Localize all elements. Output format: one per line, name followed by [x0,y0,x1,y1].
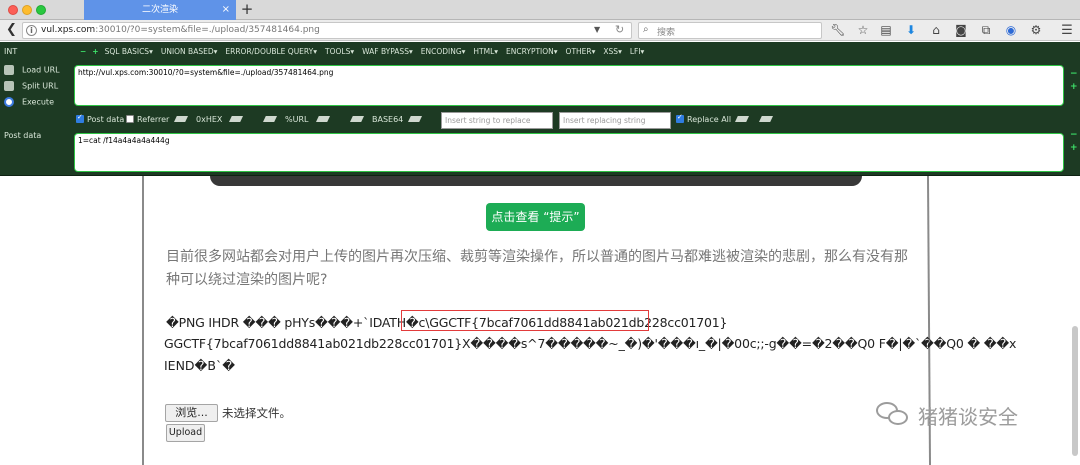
reload-icon[interactable]: ↻ [615,23,624,36]
tab-title: 二次渲染 [141,5,178,15]
load-url-icon [4,65,14,75]
title-bar: 二次渲染 × + [0,0,1080,20]
tab-close-icon[interactable]: × [222,0,230,20]
tab-active[interactable]: 二次渲染 × [84,0,236,20]
replacing-string-input[interactable]: Insert replacing string [559,112,671,129]
post-data-label: Post data [87,115,125,124]
hb-menu-waf-bypass[interactable]: WAF BYPASS▾ [362,47,413,56]
chevron-down-icon[interactable]: ▼ [594,25,600,34]
search-input[interactable]: 搜索 [657,25,675,38]
extension-icon[interactable]: ◉ [1001,21,1021,40]
execute-button[interactable]: Execute [4,97,54,107]
hex-encode-arrow-icon[interactable] [229,116,243,122]
page-scrollbar[interactable] [1072,326,1078,456]
post-data-checkbox[interactable] [76,113,84,123]
hb-menu-xss[interactable]: XSS▾ [603,47,621,56]
pocket-icon[interactable]: ◙ [951,21,971,40]
split-url-button[interactable]: Split URL [4,81,58,91]
hex-label: 0xHEX [196,115,223,124]
replace-arrow-alt-icon[interactable] [759,116,773,122]
post-box-plus-icon[interactable]: + [1070,143,1078,153]
hb-menu-sql-basics[interactable]: SQL BASICS▾ [105,47,153,56]
nav-bar: ❮ i vul.xps.com:30010/?0=system&file=./u… [0,20,1080,41]
post-data-section-label: Post data [4,131,42,140]
hackbar-int-label: INT [4,47,18,56]
hb-menu-error-double-query[interactable]: ERROR/DOUBLE QUERY▾ [225,47,317,56]
load-url-button[interactable]: Load URL [4,65,60,75]
bookmark-star-icon[interactable]: ☆ [853,21,873,40]
png-raw-output-line-3: IEND�B`� [164,358,236,373]
reader-icon[interactable]: ▤ [876,21,896,40]
back-arrow-icon[interactable]: ❮ [6,22,20,38]
replace-string-input[interactable]: Insert string to replace [441,112,553,129]
hb-menu-encryption[interactable]: ENCRYPTION▾ [506,47,558,56]
minus-icon[interactable]: − [80,47,86,56]
url-host: vul.xps.com [41,25,96,35]
browse-file-button[interactable]: 浏览... [165,404,218,422]
home-icon[interactable]: ⌂ [926,21,946,40]
hb-menu-tools[interactable]: TOOLS▾ [325,47,354,56]
no-file-selected-text: 未选择文件。 [222,406,291,420]
watermark: 猪猪谈安全 [876,400,1018,430]
post-data-input[interactable]: 1=cat /f14a4a4a4a444g [74,133,1064,172]
url-text[interactable]: vul.xps.com:30010/?0=system&file=./uploa… [41,25,320,35]
hackbar-options-row: Post data Referrer 0xHEX %URL BASE64 Ins… [76,112,1076,129]
flag-highlight-box [401,310,649,331]
url-encode-arrow-icon[interactable] [316,116,330,122]
minimize-window-button[interactable] [22,5,32,15]
hackbar-menu: − + SQL BASICS▾ UNION BASED▾ ERROR/DOUBL… [80,47,644,56]
wechat-logo-icon [876,402,910,428]
url-box-plus-icon[interactable]: + [1070,82,1078,92]
replace-all-checkbox[interactable] [676,113,684,123]
replace-arrow-icon[interactable] [735,116,749,122]
search-bar[interactable]: ⌕ 搜索 [638,22,822,39]
referrer-label: Referrer [137,115,170,124]
new-tab-button[interactable]: + [240,0,254,20]
split-url-icon [4,81,14,91]
hb-menu-union-based[interactable]: UNION BASED▾ [161,47,218,56]
show-hint-button[interactable]: 点击查看 “提示” [486,203,585,231]
replace-all-label: Replace All [687,115,732,124]
post-box-minus-icon[interactable]: − [1070,130,1078,140]
zoom-window-button[interactable] [36,5,46,15]
png-raw-output-line-2: GGCTF{7bcaf7061dd8841ab021db228cc01701}X… [164,336,1017,351]
search-icon: ⌕ [643,24,649,35]
info-icon[interactable]: i [26,25,37,36]
page-content: 点击查看 “提示” 目前很多网站都会对用户上传的图片再次压缩、裁剪等渲染操作，所… [0,175,1080,465]
header-dark-bar [210,176,862,186]
hb-menu-other[interactable]: OTHER▾ [566,47,596,56]
base64-label: BASE64 [372,115,404,124]
url-path: :30010/?0=system&file=./upload/357481464… [95,25,320,35]
url-encode-label: %URL [285,115,309,124]
hb-menu-html[interactable]: HTML▾ [473,47,498,56]
hb-menu-encoding[interactable]: ENCODING▾ [421,47,466,56]
description-paragraph: 目前很多网站都会对用户上传的图片再次压缩、裁剪等渲染操作，所以普通的图片马都难逃… [166,249,908,288]
base64-decode-arrow-icon[interactable] [350,116,364,122]
hackbar-panel: INT − + SQL BASICS▾ UNION BASED▾ ERROR/D… [0,42,1080,176]
url-bar[interactable]: i vul.xps.com:30010/?0=system&file=./upl… [22,22,632,39]
url-decode-arrow-icon[interactable] [263,116,277,122]
execute-icon [4,97,14,107]
close-window-button[interactable] [8,5,18,15]
frame-left-border [142,176,144,465]
upload-button[interactable]: Upload [166,424,205,442]
png-raw-prefix: �PNG IHDR ��� pHYs���+`IDATH�c\ [166,315,430,330]
referrer-checkbox[interactable] [126,115,134,123]
hex-decode-arrow-icon[interactable] [174,116,188,122]
gear-icon[interactable]: ⚙ [1026,21,1046,40]
plus-icon[interactable]: + [92,47,98,56]
hb-menu-lfi[interactable]: LFI▾ [630,47,644,56]
watermark-text: 猪猪谈安全 [918,404,1018,429]
base64-encode-arrow-icon[interactable] [408,116,422,122]
screenshot-icon[interactable]: ⧉ [976,21,996,40]
hamburger-menu-icon[interactable]: ☰ [1057,21,1077,40]
download-icon[interactable]: ⬇ [901,21,921,40]
wrench-icon[interactable]: 🔧︎ [828,21,848,40]
url-box-minus-icon[interactable]: − [1070,69,1078,79]
hackbar-url-input[interactable]: http://vul.xps.com:30010/?0=system&file=… [74,65,1064,106]
